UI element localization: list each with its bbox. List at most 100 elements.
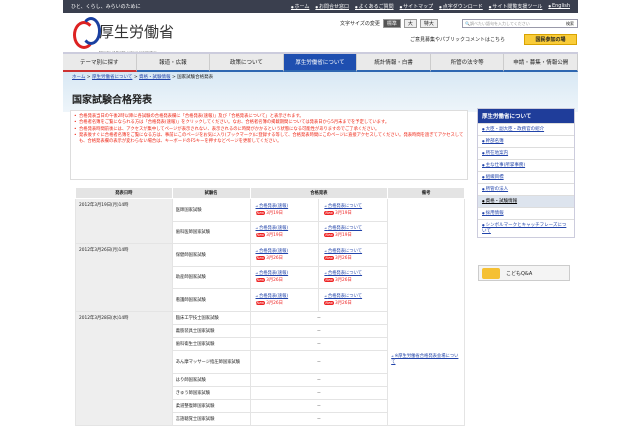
posted-date: 3月26日 [334,300,352,306]
col-exam: 試験名 [171,187,251,199]
sidebar-item[interactable]: 主な仕事(所掌事務) [478,159,574,171]
exam-name: 義肢装具士国家試験 [171,323,251,338]
ministry-logo[interactable]: 厚生労働省 Ministry of Health, Labour and Wel… [73,17,175,54]
search-button[interactable]: 検索 [563,21,577,27]
posted-date: 3月26日 [266,300,283,306]
nav-tab[interactable]: 報道・広報 [136,54,211,72]
result-pending: － [249,385,389,400]
result-pending: － [249,310,389,325]
posted-date: 3月19日 [334,233,352,239]
utility-link[interactable]: サイト閲覧支援ツール [489,3,542,10]
exam-name: 柔道整復師国家試験 [171,398,251,413]
exam-name: 歯科衛生士国家試験 [171,336,251,351]
notice-box: 合格発表当日の午後2時以降に各試験の合格発表欄に「合格発表(速報)」及び「合格発… [70,110,468,180]
result-flash-link[interactable]: 合格発表(速報) [256,271,289,276]
breadcrumb: ホーム > 厚生労働省について > 資格・試験情報 > 国家試験合格発表 [72,74,213,80]
result-info-link[interactable]: 合格発表について [324,249,362,254]
breadcrumb-item[interactable]: 資格・試験情報 [139,75,171,80]
new-badge: New [255,278,266,283]
kids-qa-banner[interactable]: こどもQ&A [478,265,570,281]
posted-date: 3月26日 [266,255,283,261]
public-participation-button[interactable]: 国民参加の場 [524,34,577,45]
result-info-link[interactable]: 合格発表について [324,204,362,209]
result-info-link[interactable]: 合格発表について [324,271,362,276]
col-date: 発表日時 [75,187,173,199]
nav-tab[interactable]: 所管の法令等 [430,54,505,72]
result-flash-link[interactable]: 合格発表(速報) [256,226,289,231]
result-cell: 合格発表(速報) New3月19日 [249,220,320,244]
logo-name: 厚生労働省 [99,22,175,41]
utility-link[interactable]: よくあるご質問 [355,3,394,10]
breadcrumb-item[interactable]: ホーム [72,75,85,80]
sidebar-item[interactable]: 所管の法人 [478,183,574,195]
result-pending: － [249,411,389,426]
page-title: 国家試験合格発表 [72,95,152,106]
utility-link[interactable]: サイトマップ [400,3,433,10]
exam-name: 保健師国家試験 [171,243,251,267]
nav-tab[interactable]: 厚生労働省について [283,54,358,72]
exam-name: きゅう師国家試験 [171,385,251,400]
sidebar-item[interactable]: 所在地案内 [478,147,574,159]
exam-name: 言語聴覚士国家試験 [171,411,251,426]
nav-tab[interactable]: 政策について [210,54,284,72]
font-size-xlarge[interactable]: 特大 [419,19,438,28]
kids-icon [482,267,500,279]
sidebar-item[interactable]: シンボルマークとキャッチフレーズについて [478,219,574,237]
utility-link[interactable]: ホーム [291,3,310,10]
utility-link[interactable]: お問合せ窓口 [315,3,349,10]
exam-name: 臨床工学技士国家試験 [171,310,251,325]
tagline: ひと、くらし、みらいのために [71,4,141,10]
sidebar-title[interactable]: 厚生労働省について [478,109,574,123]
new-badge: New [255,300,266,305]
search-box: 🔍 調べたい語句を入力してください 検索 [462,19,578,28]
font-size-label: 文字サイズの変更 [340,21,380,27]
result-cell: 合格発表についてNew3月26日 [318,243,389,267]
font-size-large[interactable]: 大 [403,19,417,28]
new-badge: New [255,255,266,260]
utility-links: ホームお問合せ窓口よくあるご質問サイトマップ点字ダウンロードサイト閲覧支援ツール… [291,3,570,10]
nav-tab[interactable]: 申請・募集・情報公開 [504,54,579,72]
exam-name: 看護師国家試験 [171,288,251,312]
sidebar-item[interactable]: 組織目標 [478,171,574,183]
sidebar-item[interactable]: 採用情報 [478,207,574,219]
sidebar-item[interactable]: 資格・試験情報 [478,195,574,207]
exam-name: はり師国家試験 [171,372,251,387]
release-date: 2012年3月28日(水)14時 [75,310,173,426]
result-cell: 合格発表について New3月19日 [318,220,389,244]
utility-link[interactable]: English [548,3,570,10]
result-pending: － [249,323,389,338]
posted-date: 3月19日 [266,233,283,239]
table-row: 2012年3月19日(月)14時医師国家試験合格発表(速報)New3月19日合格… [75,198,465,426]
nav-tab[interactable]: テーマ別に探す [63,54,137,72]
font-size-switcher: 文字サイズの変更 標準 大 特大 [340,19,438,28]
new-badge: New [255,210,266,215]
font-size-standard[interactable]: 標準 [382,19,401,28]
sidebar-item[interactable]: 幹部名簿 [478,135,574,147]
result-flash-link[interactable]: 合格発表(速報) [256,204,289,209]
result-flash-link[interactable]: 合格発表(速報) [256,249,289,254]
result-info-link[interactable]: 合格発表について [324,294,362,299]
logo-mark-icon [73,17,101,49]
breadcrumb-item[interactable]: 厚生労働省について [92,75,132,80]
breadcrumb-item: 国家試験合格発表 [177,75,214,80]
nav-tab[interactable]: 統計情報・白書 [357,54,431,72]
utility-link[interactable]: 点字ダウンロード [439,3,483,10]
exam-name: 医師国家試験 [171,198,251,222]
search-input[interactable]: 調べたい語句を入力してください [470,21,530,27]
result-pending: － [249,349,389,374]
top-bar: ひと、くらし、みらいのために ホームお問合せ窓口よくあるご質問サイトマップ点字ダ… [63,0,578,13]
exam-name: あん摩マッサージ指圧師国家試験 [171,349,251,374]
result-cell: 合格発表(速報)New3月19日 [249,198,320,222]
result-info-link[interactable]: 合格発表について [324,226,362,231]
new-badge: New [255,233,266,238]
result-pending: － [249,398,389,413]
result-pending: － [249,336,389,351]
kids-qa-label: こどもQ&A [506,270,533,277]
venue-link[interactable]: ※厚生労働省合格発表会場について [391,354,458,365]
release-date: 2012年3月26日(月)14時 [75,243,173,312]
note-cell: ※厚生労働省合格発表会場について [387,198,465,426]
sidebar-item[interactable]: 大臣・副大臣・政務官の紹介 [478,123,574,135]
col-note: 備考 [387,187,465,199]
result-cell: 合格発表についてNew3月26日 [318,265,389,289]
result-flash-link[interactable]: 合格発表(速報) [256,294,289,299]
